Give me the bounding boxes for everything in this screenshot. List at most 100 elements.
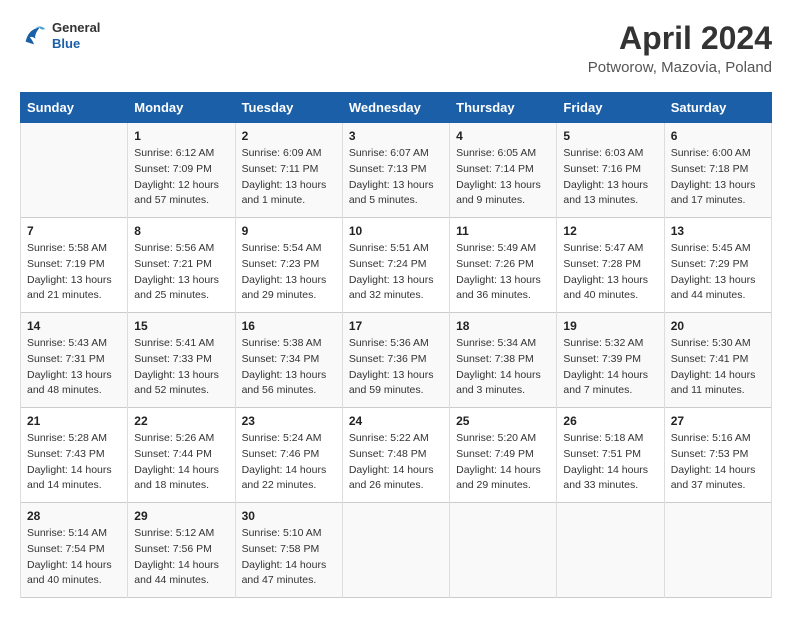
week-row-4: 21 Sunrise: 5:28 AMSunset: 7:43 PMDayligh…	[21, 408, 772, 503]
day-number: 29	[134, 509, 228, 523]
day-number: 27	[671, 414, 765, 428]
week-row-3: 14 Sunrise: 5:43 AMSunset: 7:31 PMDayligh…	[21, 313, 772, 408]
day-number: 10	[349, 224, 443, 238]
day-cell	[664, 503, 771, 598]
day-info: Sunrise: 6:09 AMSunset: 7:11 PMDaylight:…	[242, 146, 336, 209]
day-info: Sunrise: 6:03 AMSunset: 7:16 PMDaylight:…	[563, 146, 657, 209]
column-header-thursday: Thursday	[450, 93, 557, 123]
day-cell	[450, 503, 557, 598]
day-cell: 24 Sunrise: 5:22 AMSunset: 7:48 PMDayligh…	[342, 408, 449, 503]
day-cell: 12Sunrise: 5:47 AMSunset: 7:28 PMDayligh…	[557, 218, 664, 313]
day-number: 20	[671, 319, 765, 333]
day-info: Sunrise: 6:07 AMSunset: 7:13 PMDaylight:…	[349, 146, 443, 209]
logo-general: General	[52, 20, 100, 36]
day-cell: 23 Sunrise: 5:24 AMSunset: 7:46 PMDayligh…	[235, 408, 342, 503]
day-cell	[342, 503, 449, 598]
day-info: Sunrise: 5:16 AMSunset: 7:53 PMDaylight:…	[671, 431, 765, 494]
column-header-monday: Monday	[128, 93, 235, 123]
calendar-subtitle: Potworow, Mazovia, Poland	[588, 59, 772, 76]
day-number: 22	[134, 414, 228, 428]
day-info: Sunrise: 5:45 AMSunset: 7:29 PMDaylight:…	[671, 241, 765, 304]
day-info: Sunrise: 5:30 AMSunset: 7:41 PMDaylight:…	[671, 336, 765, 399]
day-number: 30	[242, 509, 336, 523]
column-header-sunday: Sunday	[21, 93, 128, 123]
day-cell: 1 Sunrise: 6:12 AMSunset: 7:09 PMDaylight…	[128, 123, 235, 218]
day-number: 8	[134, 224, 228, 238]
day-info: Sunrise: 5:32 AMSunset: 7:39 PMDaylight:…	[563, 336, 657, 399]
day-number: 12	[563, 224, 657, 238]
day-number: 13	[671, 224, 765, 238]
day-info: Sunrise: 5:20 AMSunset: 7:49 PMDaylight:…	[456, 431, 550, 494]
day-cell: 28Sunrise: 5:14 AMSunset: 7:54 PMDayligh…	[21, 503, 128, 598]
day-info: Sunrise: 5:10 AMSunset: 7:58 PMDaylight:…	[242, 526, 336, 589]
day-cell: 11 Sunrise: 5:49 AMSunset: 7:26 PMDayligh…	[450, 218, 557, 313]
day-info: Sunrise: 5:26 AMSunset: 7:44 PMDaylight:…	[134, 431, 228, 494]
day-cell: 8 Sunrise: 5:56 AMSunset: 7:21 PMDaylight…	[128, 218, 235, 313]
day-info: Sunrise: 5:43 AMSunset: 7:31 PMDaylight:…	[27, 336, 121, 399]
day-cell: 29 Sunrise: 5:12 AMSunset: 7:56 PMDayligh…	[128, 503, 235, 598]
logo-icon	[20, 22, 48, 50]
day-cell: 5Sunrise: 6:03 AMSunset: 7:16 PMDaylight…	[557, 123, 664, 218]
header-row: SundayMondayTuesdayWednesdayThursdayFrid…	[21, 93, 772, 123]
day-info: Sunrise: 5:49 AMSunset: 7:26 PMDaylight:…	[456, 241, 550, 304]
week-row-2: 7Sunrise: 5:58 AMSunset: 7:19 PMDaylight…	[21, 218, 772, 313]
day-info: Sunrise: 5:38 AMSunset: 7:34 PMDaylight:…	[242, 336, 336, 399]
day-cell: 3 Sunrise: 6:07 AMSunset: 7:13 PMDaylight…	[342, 123, 449, 218]
day-cell: 7Sunrise: 5:58 AMSunset: 7:19 PMDaylight…	[21, 218, 128, 313]
day-info: Sunrise: 5:54 AMSunset: 7:23 PMDaylight:…	[242, 241, 336, 304]
day-info: Sunrise: 5:36 AMSunset: 7:36 PMDaylight:…	[349, 336, 443, 399]
day-info: Sunrise: 5:24 AMSunset: 7:46 PMDaylight:…	[242, 431, 336, 494]
day-cell: 14 Sunrise: 5:43 AMSunset: 7:31 PMDayligh…	[21, 313, 128, 408]
day-number: 14	[27, 319, 121, 333]
day-number: 11	[456, 224, 550, 238]
day-cell: 18Sunrise: 5:34 AMSunset: 7:38 PMDayligh…	[450, 313, 557, 408]
logo-text: General Blue	[52, 20, 100, 51]
day-number: 9	[242, 224, 336, 238]
day-info: Sunrise: 5:51 AMSunset: 7:24 PMDaylight:…	[349, 241, 443, 304]
day-cell	[21, 123, 128, 218]
day-cell: 2 Sunrise: 6:09 AMSunset: 7:11 PMDaylight…	[235, 123, 342, 218]
day-number: 18	[456, 319, 550, 333]
day-cell: 17Sunrise: 5:36 AMSunset: 7:36 PMDayligh…	[342, 313, 449, 408]
day-number: 21	[27, 414, 121, 428]
day-number: 28	[27, 509, 121, 523]
day-number: 6	[671, 129, 765, 143]
day-cell: 27 Sunrise: 5:16 AMSunset: 7:53 PMDayligh…	[664, 408, 771, 503]
day-number: 15	[134, 319, 228, 333]
day-number: 24	[349, 414, 443, 428]
day-number: 7	[27, 224, 121, 238]
day-info: Sunrise: 5:12 AMSunset: 7:56 PMDaylight:…	[134, 526, 228, 589]
day-info: Sunrise: 5:41 AMSunset: 7:33 PMDaylight:…	[134, 336, 228, 399]
day-cell: 25 Sunrise: 5:20 AMSunset: 7:49 PMDayligh…	[450, 408, 557, 503]
day-number: 3	[349, 129, 443, 143]
page-header: General Blue April 2024 Potworow, Mazovi…	[20, 20, 772, 76]
day-cell: 4 Sunrise: 6:05 AMSunset: 7:14 PMDaylight…	[450, 123, 557, 218]
day-number: 16	[242, 319, 336, 333]
day-number: 23	[242, 414, 336, 428]
day-info: Sunrise: 5:22 AMSunset: 7:48 PMDaylight:…	[349, 431, 443, 494]
day-cell	[557, 503, 664, 598]
day-number: 1	[134, 129, 228, 143]
day-number: 19	[563, 319, 657, 333]
day-cell: 26 Sunrise: 5:18 AMSunset: 7:51 PMDayligh…	[557, 408, 664, 503]
column-header-saturday: Saturday	[664, 93, 771, 123]
logo: General Blue	[20, 20, 100, 51]
day-info: Sunrise: 5:28 AMSunset: 7:43 PMDaylight:…	[27, 431, 121, 494]
week-row-5: 28Sunrise: 5:14 AMSunset: 7:54 PMDayligh…	[21, 503, 772, 598]
day-info: Sunrise: 5:18 AMSunset: 7:51 PMDaylight:…	[563, 431, 657, 494]
day-cell: 13 Sunrise: 5:45 AMSunset: 7:29 PMDayligh…	[664, 218, 771, 313]
day-info: Sunrise: 5:56 AMSunset: 7:21 PMDaylight:…	[134, 241, 228, 304]
day-number: 25	[456, 414, 550, 428]
column-header-friday: Friday	[557, 93, 664, 123]
day-info: Sunrise: 6:12 AMSunset: 7:09 PMDaylight:…	[134, 146, 228, 209]
day-info: Sunrise: 6:05 AMSunset: 7:14 PMDaylight:…	[456, 146, 550, 209]
day-cell: 16 Sunrise: 5:38 AMSunset: 7:34 PMDayligh…	[235, 313, 342, 408]
day-cell: 9 Sunrise: 5:54 AMSunset: 7:23 PMDaylight…	[235, 218, 342, 313]
day-number: 2	[242, 129, 336, 143]
day-cell: 15 Sunrise: 5:41 AMSunset: 7:33 PMDayligh…	[128, 313, 235, 408]
column-header-wednesday: Wednesday	[342, 93, 449, 123]
column-header-tuesday: Tuesday	[235, 93, 342, 123]
day-number: 26	[563, 414, 657, 428]
day-number: 4	[456, 129, 550, 143]
day-cell: 30 Sunrise: 5:10 AMSunset: 7:58 PMDayligh…	[235, 503, 342, 598]
